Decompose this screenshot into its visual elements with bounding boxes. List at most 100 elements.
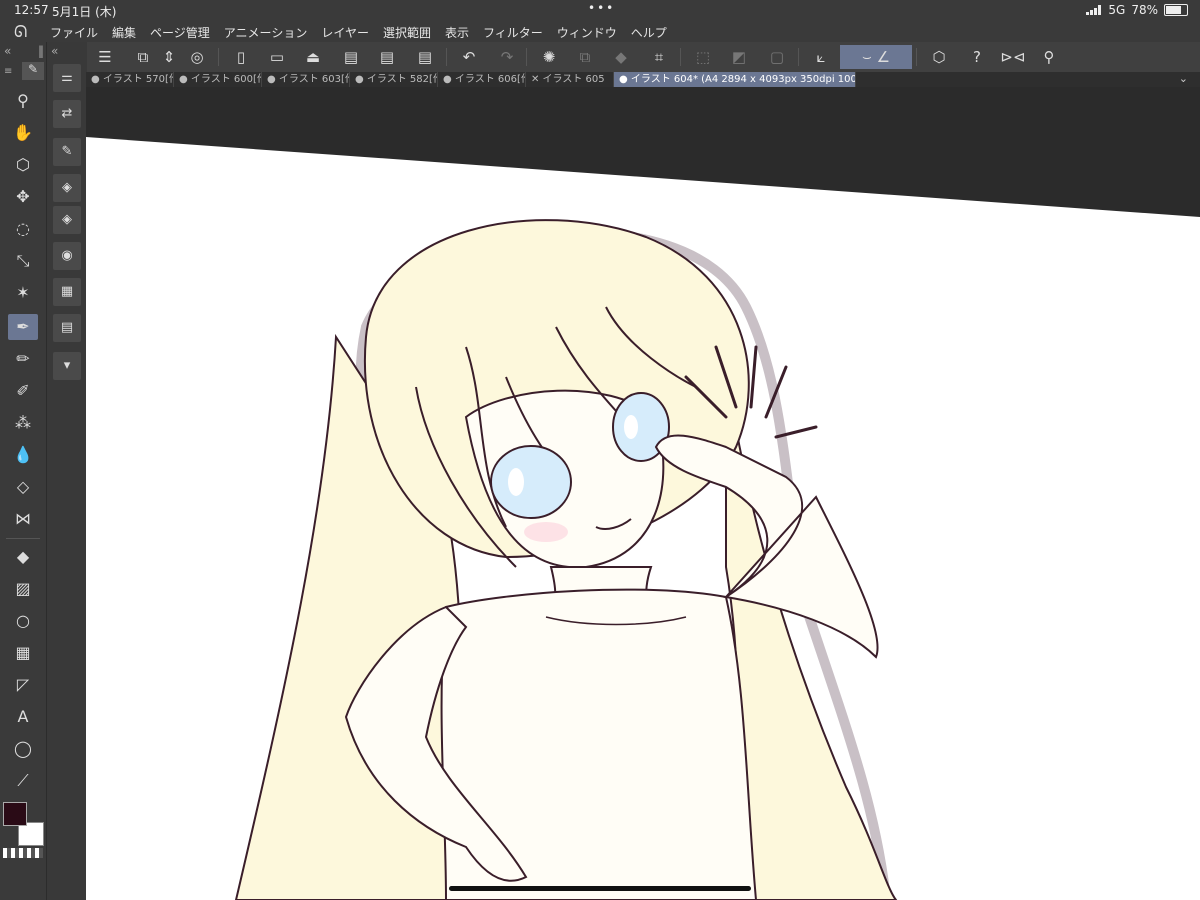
list-icon[interactable]: ≡ <box>4 66 12 77</box>
png-icon[interactable]: ▤ <box>374 45 400 69</box>
jpg-icon[interactable]: ▤ <box>338 45 364 69</box>
color-set-icon[interactable]: ▦ <box>53 278 81 306</box>
redo-icon[interactable]: ↷ <box>494 45 520 69</box>
brush-tab-icon[interactable]: ✎ <box>22 62 44 80</box>
open-folder-icon[interactable]: ▭ <box>264 45 290 69</box>
balloon-icon[interactable]: ◯ <box>8 736 38 762</box>
tab-illust-582[interactable]: ● イラスト 582[作 <box>350 72 438 87</box>
loading-icon[interactable]: ✺ <box>536 45 562 69</box>
app-logo-icon[interactable]: ᘏ <box>14 22 32 41</box>
toolbar-divider <box>680 48 681 66</box>
magic-wand-icon[interactable]: ✶ <box>8 280 38 306</box>
layer-icon[interactable]: ◈ <box>53 174 81 202</box>
illustration-canvas[interactable] <box>86 87 1200 900</box>
zoom-icon[interactable]: ⚲ <box>8 88 38 114</box>
canvas-area[interactable] <box>86 87 1200 900</box>
right-eye-highlight <box>624 415 638 439</box>
decoration-icon[interactable]: ⋈ <box>8 506 38 532</box>
rotate-icon[interactable]: ⬡ <box>8 152 38 178</box>
deselect-icon[interactable]: ⬚ <box>690 45 716 69</box>
sub-tool-detail-icon[interactable]: ⇄ <box>53 100 81 128</box>
save-icon[interactable]: ⏏ <box>300 45 326 69</box>
invert-icon[interactable]: ◩ <box>726 45 752 69</box>
network-label: 5G <box>1108 3 1126 17</box>
signal-icon <box>1086 5 1102 15</box>
menu-help[interactable]: ヘルプ <box>631 24 667 41</box>
tab-illust-570[interactable]: ● イラスト 570[作 <box>86 72 174 87</box>
tool-divider <box>6 538 40 539</box>
fill-icon[interactable]: ◆ <box>608 45 634 69</box>
reference-icon[interactable]: ⬡ <box>926 45 952 69</box>
new-page-icon[interactable]: ▯ <box>228 45 254 69</box>
toolbar-divider <box>446 48 447 66</box>
tab-illust-603[interactable]: ● イラスト 603[作 <box>262 72 350 87</box>
help-icon[interactable]: ? <box>964 45 990 69</box>
menu-page[interactable]: ページ管理 <box>150 24 210 41</box>
flip-icon[interactable]: ⊳⊲ <box>1000 45 1026 69</box>
hand-icon[interactable]: ✋ <box>8 120 38 146</box>
multitask-dots-icon[interactable]: ••• <box>588 1 615 15</box>
shape-icon[interactable]: ○ <box>8 608 38 634</box>
transform-icon[interactable]: ⌗ <box>646 45 672 69</box>
panel-divider-icon: ‖ <box>38 44 44 58</box>
chevron-down-icon[interactable]: ⌄ <box>1179 72 1188 85</box>
home-indicator[interactable] <box>449 886 751 891</box>
eyedropper-icon[interactable]: ⤡ <box>8 248 38 274</box>
psd-icon[interactable]: ▤ <box>412 45 438 69</box>
tab-illust-605[interactable]: ✕ イラスト 605 <box>526 72 614 87</box>
undo-icon[interactable]: ↶ <box>456 45 482 69</box>
zoom-icon[interactable]: ⚲ <box>1036 45 1062 69</box>
move-icon[interactable]: ✥ <box>8 184 38 210</box>
ruler-icon[interactable]: ⟀ <box>808 45 834 69</box>
menu-layer[interactable]: レイヤー <box>321 24 369 41</box>
menu-view[interactable]: 表示 <box>445 24 469 41</box>
menu-edit[interactable]: 編集 <box>112 24 136 41</box>
frame-icon[interactable]: ▦ <box>8 640 38 666</box>
eraser-icon[interactable]: ◇ <box>8 474 38 500</box>
airbrush-icon[interactable]: ⁂ <box>8 410 38 436</box>
sub-tool-panel: « ⚌ ⇄ ✎ ◈ ◈ ◉ ▦ ▤ ▾ <box>46 42 87 900</box>
brush-stabilizer-icon[interactable]: ⌣ ∠ <box>840 45 912 69</box>
menu-window[interactable]: ウィンドウ <box>557 24 617 41</box>
tab-illust-604[interactable]: ● イラスト 604* (A4 2894 x 4093px 350dpi 100… <box>614 72 856 87</box>
menu-bar: ᘏ ファイル 編集 ページ管理 アニメーション レイヤー 選択範囲 表示 フィル… <box>0 20 1200 42</box>
toolbar-divider <box>798 48 799 66</box>
tab-illust-606[interactable]: ● イラスト 606[作 <box>438 72 526 87</box>
line-fix-icon[interactable]: ⟋ <box>8 768 38 794</box>
toolbar-divider <box>218 48 219 66</box>
copy-icon[interactable]: ⧉ <box>572 45 598 69</box>
border-icon[interactable]: ▢ <box>764 45 790 69</box>
brush-size-icon[interactable]: ✎ <box>53 138 81 166</box>
timeline-icon[interactable]: ▤ <box>53 314 81 342</box>
text-icon[interactable]: A <box>8 704 38 730</box>
pen-icon[interactable]: ✒ <box>8 314 38 340</box>
brush-icon[interactable]: ✐ <box>8 378 38 404</box>
sub-tool-settings-icon[interactable]: ⚌ <box>53 64 81 92</box>
transparent-color-swatch[interactable] <box>3 848 43 858</box>
updown-icon[interactable]: ⇕ <box>156 45 182 69</box>
new-icon[interactable]: ⧉ <box>130 45 156 69</box>
gradient-icon[interactable]: ▨ <box>8 576 38 602</box>
ruler-icon[interactable]: ◸ <box>8 672 38 698</box>
main-color-swatch[interactable] <box>3 802 27 826</box>
material-icon[interactable]: ▾ <box>53 352 81 380</box>
spiral-icon[interactable]: ◎ <box>184 45 210 69</box>
left-eye-highlight <box>508 468 524 496</box>
tab-illust-600[interactable]: ● イラスト 600[作 <box>174 72 262 87</box>
color-wheel-icon[interactable]: ◉ <box>53 242 81 270</box>
toolbar-divider <box>526 48 527 66</box>
collapse-icon[interactable]: « <box>4 44 11 58</box>
collapse-icon[interactable]: « <box>51 44 58 58</box>
document-tabs: ● イラスト 570[作 ● イラスト 600[作 ● イラスト 603[作 ●… <box>86 72 1200 87</box>
menu-icon[interactable]: ☰ <box>92 45 118 69</box>
pencil-icon[interactable]: ✏ <box>8 346 38 372</box>
fill-icon[interactable]: ◆ <box>8 544 38 570</box>
menu-file[interactable]: ファイル <box>50 24 98 41</box>
menu-animation[interactable]: アニメーション <box>224 24 308 41</box>
blend-icon[interactable]: 💧 <box>8 442 38 468</box>
menu-selection[interactable]: 選択範囲 <box>383 24 431 41</box>
lasso-icon[interactable]: ◌ <box>8 216 38 242</box>
toolbar-divider <box>916 48 917 66</box>
layer-property-icon[interactable]: ◈ <box>53 206 81 234</box>
menu-filter[interactable]: フィルター <box>483 24 543 41</box>
